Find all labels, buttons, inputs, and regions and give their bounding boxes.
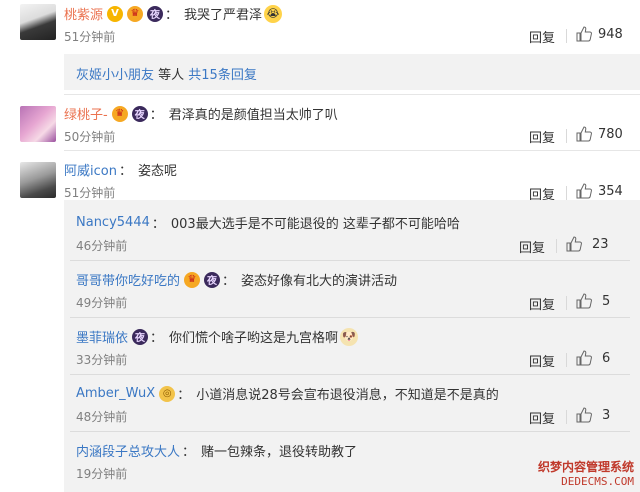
- thumbs-up-icon: [576, 293, 592, 309]
- colon: ：: [151, 217, 165, 232]
- timestamp: 50分钟前: [64, 130, 116, 144]
- doge-emoji-icon: 🐶: [340, 327, 359, 346]
- reply-button[interactable]: 回复: [529, 294, 555, 313]
- username[interactable]: Nancy5444: [76, 215, 150, 230]
- divider: [70, 431, 630, 432]
- username[interactable]: 哥哥带你吃好吃的: [76, 270, 180, 289]
- timestamp: 51分钟前: [64, 30, 116, 44]
- crown-icon: ♛: [111, 105, 128, 122]
- username[interactable]: 阿威icon: [64, 160, 117, 179]
- reply-button[interactable]: 回复: [529, 127, 555, 146]
- divider: [64, 94, 640, 95]
- like-count: 354: [598, 183, 623, 199]
- like-button[interactable]: 948: [576, 26, 623, 42]
- more-replies-text[interactable]: 灰姬小小朋友 等人 共15条回复: [76, 64, 257, 83]
- comment-text: 我哭了严君泽: [184, 8, 263, 23]
- reply-text: 003最大选手是不可能退役的 这辈子都不可能哈哈: [170, 217, 460, 232]
- colon: ：: [182, 445, 196, 460]
- timestamp: 46分钟前: [76, 239, 128, 253]
- like-button[interactable]: 3: [576, 407, 610, 423]
- divider: [566, 410, 567, 424]
- reply-button[interactable]: 回复: [529, 27, 555, 46]
- username[interactable]: 墨菲瑞依: [76, 327, 128, 346]
- crown-icon: ♛: [184, 271, 201, 288]
- divider: [566, 29, 567, 43]
- divider: [70, 374, 630, 375]
- watermark-line2: DEDECMS.COM: [561, 475, 634, 488]
- night-badge-icon: 夜: [204, 271, 221, 288]
- like-button[interactable]: 6: [576, 350, 610, 366]
- avatar[interactable]: [20, 4, 56, 40]
- reply-names[interactable]: 灰姬小小朋友: [76, 68, 154, 83]
- timestamp: 49分钟前: [76, 296, 128, 310]
- like-button[interactable]: 780: [576, 126, 623, 142]
- username[interactable]: 桃紫源: [64, 4, 103, 23]
- thumbs-up-icon: [576, 183, 592, 199]
- crying-emoji-icon: 😭: [264, 4, 283, 23]
- divider: [70, 260, 630, 261]
- avatar[interactable]: [20, 162, 56, 198]
- like-count: 23: [592, 236, 609, 252]
- divider: [566, 186, 567, 200]
- like-count: 3: [602, 407, 611, 423]
- night-badge-icon: 夜: [147, 5, 164, 22]
- night-badge-icon: 夜: [131, 105, 148, 122]
- avatar[interactable]: [20, 106, 56, 142]
- divider: [556, 239, 557, 253]
- thumbs-up-icon: [576, 26, 592, 42]
- username[interactable]: 内涵段子总攻大人: [76, 441, 180, 460]
- divider: [64, 150, 640, 151]
- colon: ：: [150, 331, 164, 346]
- colon: ：: [222, 274, 236, 289]
- like-count: 5: [602, 293, 611, 309]
- reply-text: 赌一包辣条，退役转助教了: [201, 445, 358, 460]
- watermark: 织梦内容管理系统 DEDECMS.COM: [538, 458, 634, 488]
- colon: ：: [118, 164, 132, 179]
- medal-icon: ◎: [159, 385, 176, 402]
- colon: ：: [165, 8, 179, 23]
- reply-text: 姿态好像有北大的演讲活动: [241, 274, 398, 289]
- like-button[interactable]: 23: [566, 236, 609, 252]
- colon: ：: [149, 108, 163, 123]
- reply-text: 你们慌个啥子哟这是九宫格啊: [169, 331, 339, 346]
- verified-v-icon: V: [107, 5, 124, 22]
- reply-button[interactable]: 回复: [529, 351, 555, 370]
- thumbs-up-icon: [576, 350, 592, 366]
- more-replies-bar[interactable]: 灰姬小小朋友 等人 共15条回复: [64, 54, 640, 90]
- like-count: 948: [598, 26, 623, 42]
- divider: [566, 129, 567, 143]
- watermark-line1: 织梦内容管理系统: [537, 460, 634, 474]
- like-count: 6: [602, 350, 611, 366]
- reply-text: 小道消息说28号会宣布退役消息，不知道是不是真的: [196, 388, 499, 403]
- colon: ：: [177, 388, 191, 403]
- like-count: 780: [598, 126, 623, 142]
- timestamp: 19分钟前: [76, 467, 128, 481]
- comment-text: 君泽真的是颜值担当太帅了叭: [168, 108, 338, 123]
- comment-text: 姿态呢: [137, 164, 177, 179]
- crown-icon: ♛: [127, 5, 144, 22]
- reply-mid: 等人: [154, 68, 189, 83]
- reply-button[interactable]: 回复: [529, 408, 555, 427]
- timestamp: 33分钟前: [76, 353, 128, 367]
- divider: [566, 353, 567, 367]
- like-button[interactable]: 5: [576, 293, 610, 309]
- night-badge-icon: 夜: [132, 328, 149, 345]
- timestamp: 51分钟前: [64, 186, 116, 200]
- timestamp: 48分钟前: [76, 410, 128, 424]
- thumbs-up-icon: [576, 407, 592, 423]
- username[interactable]: 绿桃子-: [64, 104, 108, 123]
- thumbs-up-icon: [566, 236, 582, 252]
- username[interactable]: Amber_WuX: [76, 386, 155, 401]
- reply-button[interactable]: 回复: [519, 237, 545, 256]
- reply-count[interactable]: 共15条回复: [188, 68, 257, 83]
- thumbs-up-icon: [576, 126, 592, 142]
- divider: [566, 296, 567, 310]
- divider: [70, 317, 630, 318]
- like-button[interactable]: 354: [576, 183, 623, 199]
